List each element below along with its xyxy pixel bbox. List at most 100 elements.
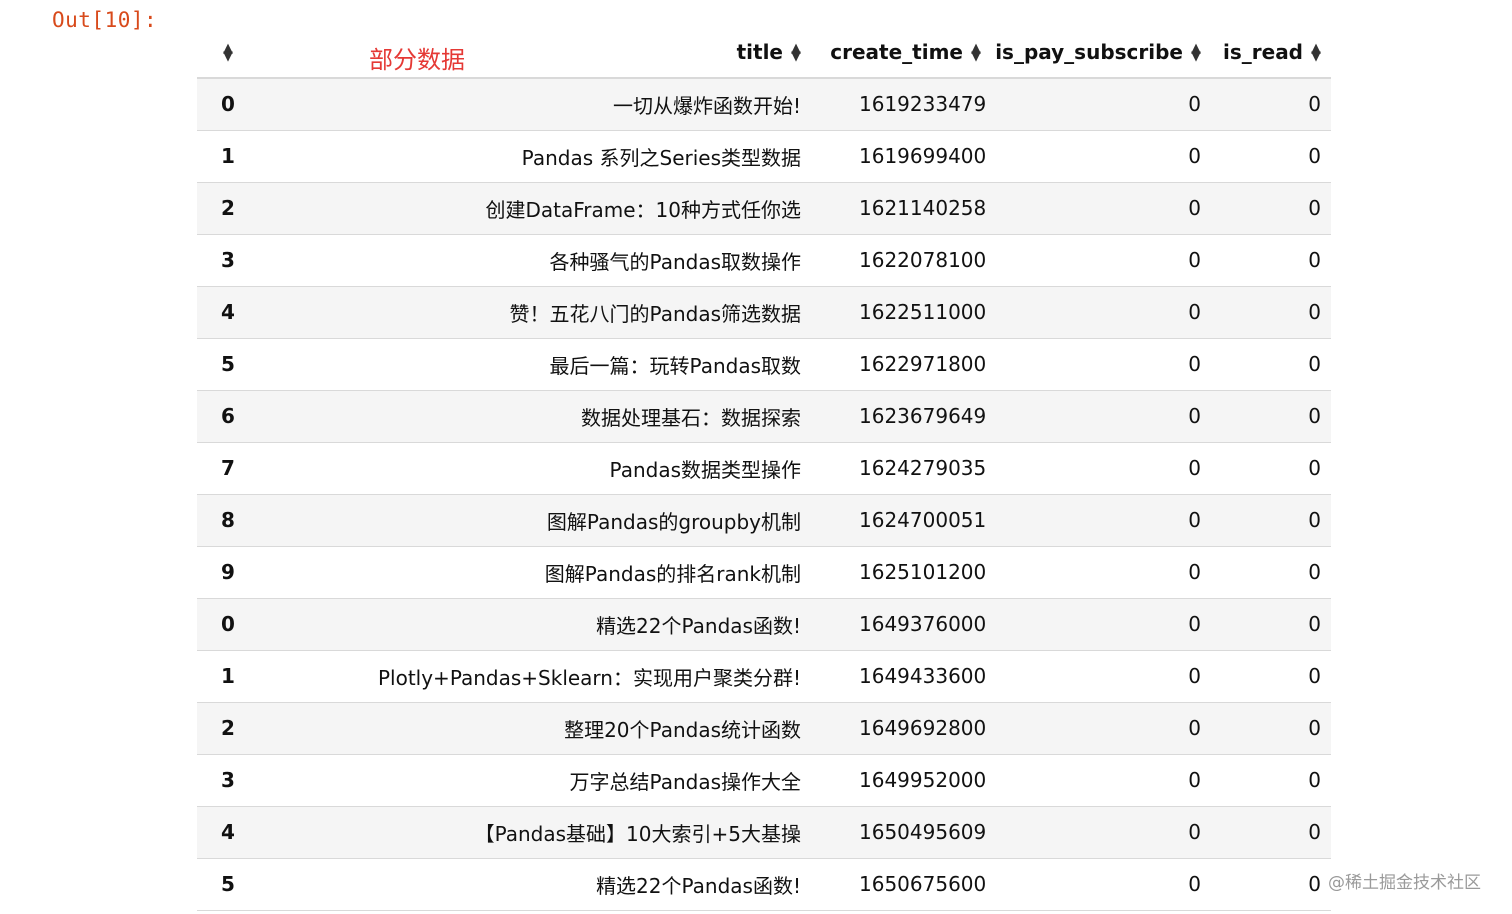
cell-is-pay-subscribe: 0: [991, 390, 1211, 443]
cell-is-read: 0: [1211, 338, 1331, 391]
cell-is-read: 0: [1211, 546, 1331, 599]
column-header-label: is_read: [1223, 39, 1303, 64]
cell-is-pay-subscribe: 0: [991, 754, 1211, 807]
cell-create-time: 1619233479: [811, 78, 991, 131]
cell-create-time: 1619699400: [811, 130, 991, 183]
table-row: 5 最后一篇：玩转Pandas取数 1622971800 0 0: [197, 338, 1331, 391]
column-header-label: create_time: [830, 39, 963, 64]
cell-title: 整理20个Pandas统计函数: [257, 702, 811, 755]
cell-title: 精选22个Pandas函数!: [257, 598, 811, 651]
cell-create-time: 1623679649: [811, 390, 991, 443]
cell-create-time: 1622078100: [811, 234, 991, 287]
cell-title: Pandas 系列之Series类型数据: [257, 130, 811, 183]
row-index: 0: [197, 598, 257, 651]
column-header-create-time[interactable]: create_time ▲ ▼: [811, 26, 991, 79]
cell-create-time: 1650675600: [811, 858, 991, 911]
cell-title: 创建DataFrame：10种方式任你选: [257, 182, 811, 235]
index-column-header[interactable]: ▲ ▼: [197, 26, 257, 79]
cell-title: 各种骚气的Pandas取数操作: [257, 234, 811, 287]
cell-is-pay-subscribe: 0: [991, 702, 1211, 755]
row-index: 3: [197, 234, 257, 287]
cell-is-pay-subscribe: 0: [991, 598, 1211, 651]
cell-is-pay-subscribe: 0: [991, 494, 1211, 547]
sort-icon[interactable]: ▲ ▼: [1311, 42, 1321, 63]
sort-icon[interactable]: ▲ ▼: [1191, 42, 1201, 63]
cell-is-pay-subscribe: 0: [991, 650, 1211, 703]
column-header-title[interactable]: title ▲ ▼: [257, 26, 811, 79]
sort-icon[interactable]: ▲ ▼: [791, 42, 801, 63]
cell-title: 万字总结Pandas操作大全: [257, 754, 811, 807]
cell-is-read: 0: [1211, 650, 1331, 703]
row-index: 0: [197, 78, 257, 131]
table-row: 7 Pandas数据类型操作 1624279035 0 0: [197, 442, 1331, 495]
cell-is-read: 0: [1211, 130, 1331, 183]
cell-create-time: 1624279035: [811, 442, 991, 495]
table-row: 0 一切从爆炸函数开始! 1619233479 0 0: [197, 78, 1331, 131]
cell-title: Pandas数据类型操作: [257, 442, 811, 495]
cell-title: 【Pandas基础】10大索引+5大基操: [257, 806, 811, 859]
table-row: 0 精选22个Pandas函数! 1649376000 0 0: [197, 598, 1331, 651]
column-header-is-pay-subscribe[interactable]: is_pay_subscribe ▲ ▼: [991, 26, 1211, 79]
row-index: 9: [197, 546, 257, 599]
cell-is-pay-subscribe: 0: [991, 338, 1211, 391]
row-index: 1: [197, 650, 257, 703]
cell-title: 精选22个Pandas函数!: [257, 858, 811, 911]
row-index: 5: [197, 338, 257, 391]
column-header-label: is_pay_subscribe: [995, 39, 1183, 64]
table-body: 0 一切从爆炸函数开始! 1619233479 0 0 1 Pandas 系列之Series…: [197, 78, 1331, 911]
cell-is-pay-subscribe: 0: [991, 806, 1211, 859]
cell-is-read: 0: [1211, 78, 1331, 131]
cell-create-time: 1649376000: [811, 598, 991, 651]
header-row: ▲ ▼ title ▲ ▼ create_time ▲ ▼ is_pay_subscrib…: [197, 26, 1331, 79]
column-header-label: title: [736, 39, 783, 64]
cell-create-time: 1622511000: [811, 286, 991, 339]
cell-is-pay-subscribe: 0: [991, 858, 1211, 911]
cell-is-read: 0: [1211, 234, 1331, 287]
cell-is-pay-subscribe: 0: [991, 286, 1211, 339]
table-row: 3 各种骚气的Pandas取数操作 1622078100 0 0: [197, 234, 1331, 287]
row-index: 2: [197, 702, 257, 755]
cell-is-read: 0: [1211, 754, 1331, 807]
row-index: 4: [197, 806, 257, 859]
table-row: 6 数据处理基石：数据探索 1623679649 0 0: [197, 390, 1331, 443]
cell-is-read: 0: [1211, 182, 1331, 235]
cell-is-read: 0: [1211, 858, 1331, 911]
cell-is-read: 0: [1211, 702, 1331, 755]
cell-is-read: 0: [1211, 390, 1331, 443]
row-index: 6: [197, 390, 257, 443]
cell-is-pay-subscribe: 0: [991, 182, 1211, 235]
table-row: 2 整理20个Pandas统计函数 1649692800 0 0: [197, 702, 1331, 755]
cell-is-pay-subscribe: 0: [991, 234, 1211, 287]
table-row: 3 万字总结Pandas操作大全 1649952000 0 0: [197, 754, 1331, 807]
cell-is-read: 0: [1211, 494, 1331, 547]
cell-is-read: 0: [1211, 286, 1331, 339]
table-row: 1 Plotly+Pandas+Sklearn：实现用户聚类分群! 16494336…: [197, 650, 1331, 703]
cell-create-time: 1622971800: [811, 338, 991, 391]
cell-create-time: 1649433600: [811, 650, 991, 703]
dataframe-table: ▲ ▼ title ▲ ▼ create_time ▲ ▼ is_pay_subscrib…: [197, 26, 1331, 911]
output-prompt: Out[10]:: [52, 8, 158, 32]
cell-title: 数据处理基石：数据探索: [257, 390, 811, 443]
column-header-is-read[interactable]: is_read ▲ ▼: [1211, 26, 1331, 79]
row-index: 7: [197, 442, 257, 495]
cell-is-read: 0: [1211, 442, 1331, 495]
row-index: 1: [197, 130, 257, 183]
cell-create-time: 1649692800: [811, 702, 991, 755]
table-row: 2 创建DataFrame：10种方式任你选 1621140258 0 0: [197, 182, 1331, 235]
table-row: 4 【Pandas基础】10大索引+5大基操 1650495609 0 0: [197, 806, 1331, 859]
cell-is-read: 0: [1211, 598, 1331, 651]
cell-title: 图解Pandas的排名rank机制: [257, 546, 811, 599]
cell-create-time: 1624700051: [811, 494, 991, 547]
cell-title: 赞！五花八门的Pandas筛选数据: [257, 286, 811, 339]
cell-is-read: 0: [1211, 806, 1331, 859]
sort-icon[interactable]: ▲ ▼: [971, 42, 981, 63]
cell-title: 图解Pandas的groupby机制: [257, 494, 811, 547]
cell-is-pay-subscribe: 0: [991, 130, 1211, 183]
sort-icon[interactable]: ▲ ▼: [223, 42, 233, 63]
row-index: 3: [197, 754, 257, 807]
row-index: 8: [197, 494, 257, 547]
row-index: 5: [197, 858, 257, 911]
cell-title: 最后一篇：玩转Pandas取数: [257, 338, 811, 391]
cell-is-pay-subscribe: 0: [991, 442, 1211, 495]
table-row: 5 精选22个Pandas函数! 1650675600 0 0: [197, 858, 1331, 911]
